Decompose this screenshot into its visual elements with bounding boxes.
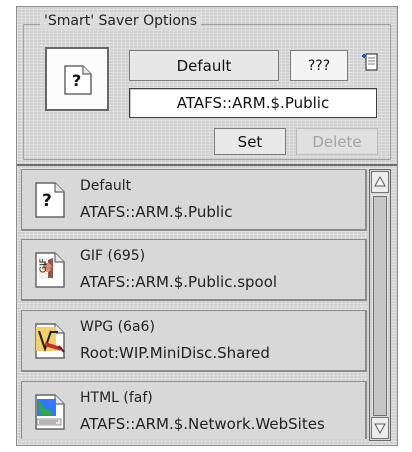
section-divider	[17, 164, 397, 166]
options-title: 'Smart' Saver Options	[40, 13, 202, 29]
delete-button[interactable]: Delete	[296, 128, 378, 155]
scroll-thumb[interactable]	[373, 196, 387, 416]
svg-text:GIF: GIF	[39, 258, 49, 273]
question-file-icon: ?	[64, 65, 92, 95]
scroll-up-button[interactable]	[371, 171, 389, 193]
list-item-html[interactable]: HTML (faf) ATAFS::ARM.$.Network.WebSites	[21, 381, 367, 439]
svg-text:?: ?	[42, 191, 52, 211]
path-field[interactable]: ATAFS::ARM.$.Public	[129, 88, 377, 118]
set-button[interactable]: Set	[214, 128, 286, 155]
add-file-icon	[362, 53, 378, 71]
list-item-gif[interactable]: GIF GIF (695) ATAFS::ARM.$.Public.spool	[21, 239, 367, 301]
list-item-title: Default	[80, 178, 132, 194]
list-item-path: ATAFS::ARM.$.Public.spool	[80, 273, 278, 291]
list-item-path: ATAFS::ARM.$.Public	[80, 203, 233, 221]
html-file-icon	[35, 394, 65, 430]
list-item-title: HTML (faf)	[80, 390, 153, 406]
svg-text:?: ?	[72, 71, 81, 90]
list-item-path: ATAFS::ARM.$.Network.WebSites	[80, 415, 325, 433]
scroll-up-icon	[374, 175, 386, 187]
delete-button-label: Delete	[312, 132, 362, 151]
scroll-down-button[interactable]	[371, 417, 389, 439]
list-item-default[interactable]: ? Default ATAFS::ARM.$.Public	[21, 169, 367, 231]
question-file-icon: ?	[35, 182, 65, 218]
add-file-button[interactable]	[358, 51, 382, 75]
type-code-text: ???	[307, 57, 331, 74]
scroll-down-icon	[374, 423, 386, 435]
wpg-file-icon	[35, 323, 65, 359]
type-code-field[interactable]: ???	[290, 50, 348, 81]
saver-list: ? Default ATAFS::ARM.$.Public GIF GIF (6…	[21, 169, 367, 439]
preview-icon-box: ?	[45, 47, 109, 111]
smart-saver-options-window: 'Smart' Saver Options ? Default ??? ATAF…	[16, 6, 398, 446]
selected-name-text: Default	[176, 56, 232, 75]
gif-file-icon: GIF	[35, 252, 65, 288]
selected-name-field[interactable]: Default	[129, 50, 279, 81]
list-item-path: Root:WIP.MiniDisc.Shared	[80, 344, 270, 362]
options-frame: 'Smart' Saver Options ? Default ??? ATAF…	[23, 13, 391, 160]
list-item-title: WPG (6a6)	[80, 319, 155, 335]
list-item-wpg[interactable]: WPG (6a6) Root:WIP.MiniDisc.Shared	[21, 310, 367, 372]
list-item-title: GIF (695)	[80, 248, 146, 264]
set-button-label: Set	[237, 132, 263, 151]
path-field-text: ATAFS::ARM.$.Public	[176, 94, 330, 112]
list-scrollbar[interactable]	[369, 169, 391, 441]
